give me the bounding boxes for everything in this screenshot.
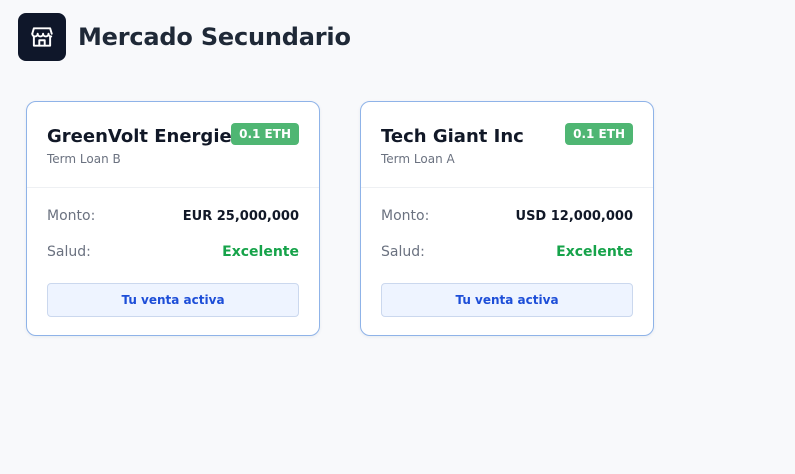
price-badge: 0.1 ETH	[565, 123, 633, 145]
health-label: Salud:	[381, 244, 425, 260]
page-title: Mercado Secundario	[78, 23, 351, 51]
borrower-name: Tech Giant Inc	[381, 126, 524, 147]
amount-label: Monto:	[381, 208, 430, 224]
listing-card[interactable]: GreenVolt Energies SA Term Loan B 0.1 ET…	[26, 101, 320, 336]
active-sale-button[interactable]: Tu venta activa	[381, 283, 633, 317]
listing-card[interactable]: Tech Giant Inc Term Loan A 0.1 ETH Monto…	[360, 101, 654, 336]
active-sale-button[interactable]: Tu venta activa	[47, 283, 299, 317]
health-row: Salud: Excelente	[381, 244, 633, 260]
amount-row: Monto: EUR 25,000,000	[47, 208, 299, 224]
loan-type: Term Loan A	[381, 152, 455, 166]
amount-row: Monto: USD 12,000,000	[381, 208, 633, 224]
card-header: Tech Giant Inc Term Loan A 0.1 ETH	[361, 102, 653, 188]
card-header: GreenVolt Energies SA Term Loan B 0.1 ET…	[27, 102, 319, 188]
amount-value: EUR 25,000,000	[182, 208, 299, 224]
listing-cards: GreenVolt Energies SA Term Loan B 0.1 ET…	[26, 101, 654, 336]
price-badge: 0.1 ETH	[231, 123, 299, 145]
page-header: Mercado Secundario	[18, 13, 351, 61]
health-value: Excelente	[222, 244, 299, 260]
loan-type: Term Loan B	[47, 152, 121, 166]
health-row: Salud: Excelente	[47, 244, 299, 260]
amount-value: USD 12,000,000	[515, 208, 633, 224]
store-icon	[18, 13, 66, 61]
health-label: Salud:	[47, 244, 91, 260]
health-value: Excelente	[556, 244, 633, 260]
amount-label: Monto:	[47, 208, 96, 224]
